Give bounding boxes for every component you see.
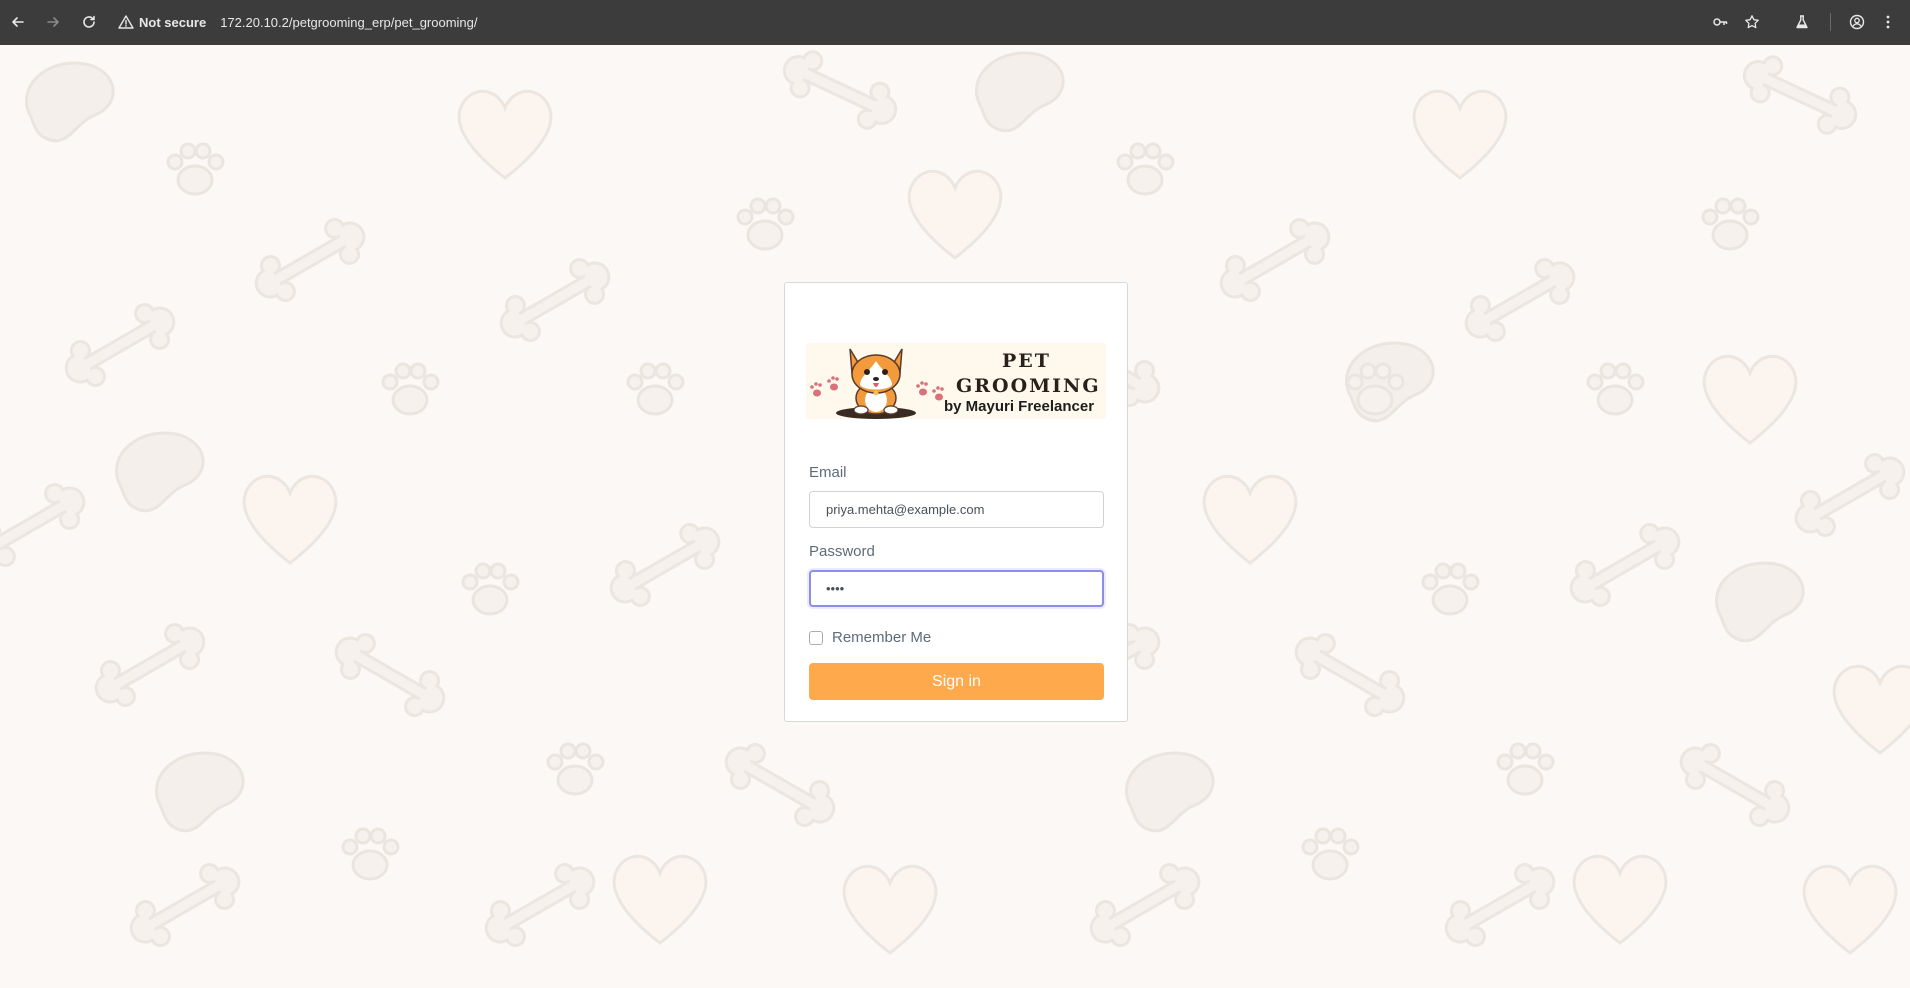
reload-button[interactable] [76,9,102,35]
address-bar[interactable]: Not secure 172.20.10.2/petgrooming_erp/p… [118,9,478,35]
warning-icon [118,15,134,29]
password-label: Password [809,543,875,560]
forward-button[interactable] [40,9,66,35]
logo-title-line2: GROOMING [956,375,1101,397]
remember-me-label[interactable]: Remember Me [832,629,931,646]
labs-button[interactable] [1789,9,1815,35]
password-manager-button[interactable] [1707,9,1733,35]
back-button[interactable] [5,9,31,35]
back-icon [12,17,24,27]
profile-icon [1849,14,1865,30]
corgi-logo-icon [810,348,944,419]
logo-subtitle: by Mayuri Freelancer [944,398,1095,415]
browser-menu-button[interactable] [1875,9,1901,35]
password-field[interactable] [809,570,1104,607]
bookmark-button[interactable] [1739,9,1765,35]
remember-me-row: Remember Me [809,629,931,646]
login-page: PET GROOMING by Mayuri Freelancer Email … [0,45,1910,988]
logo-title-line1: PET [1002,350,1051,372]
bookmark-star-icon [1745,15,1759,29]
profile-button[interactable] [1844,9,1870,35]
toolbar-separator [1830,13,1831,31]
security-status[interactable]: Not secure [139,15,206,30]
email-label: Email [809,464,847,481]
email-field[interactable] [809,491,1104,528]
sign-in-button[interactable]: Sign in [809,663,1104,700]
remember-me-checkbox[interactable] [809,630,823,645]
forward-icon [47,17,59,27]
reload-icon [83,15,95,28]
brand-logo: PET GROOMING by Mayuri Freelancer [806,343,1106,419]
url-text[interactable]: 172.20.10.2/petgrooming_erp/pet_grooming… [220,15,477,30]
browser-toolbar: Not secure 172.20.10.2/petgrooming_erp/p… [0,0,1910,45]
labs-flask-icon [1796,15,1808,29]
menu-icon [1886,15,1890,29]
password-key-icon [1713,18,1728,26]
login-card: PET GROOMING by Mayuri Freelancer Email … [784,282,1128,722]
